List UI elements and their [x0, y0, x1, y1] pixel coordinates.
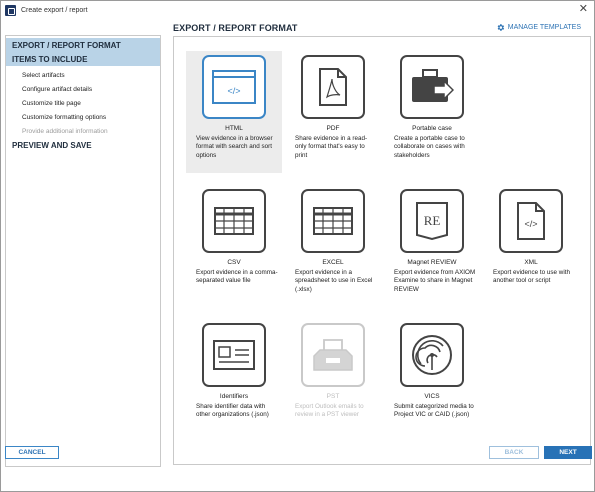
format-tile-excel[interactable]: EXCEL Export evidence in a spreadsheet t… — [285, 185, 381, 307]
sidebar-item-customize-formatting[interactable]: Customize formatting options — [6, 111, 160, 125]
csv-table-icon — [202, 189, 266, 253]
format-name: EXCEL — [322, 259, 344, 266]
gear-icon — [497, 24, 504, 31]
svg-text:RE: RE — [424, 213, 441, 228]
format-tile-portable-case[interactable]: Portable case Create a portable case to … — [384, 51, 480, 173]
back-button: BACK — [489, 446, 539, 459]
wizard-sidebar: EXPORT / REPORT FORMAT ITEMS TO INCLUDE … — [5, 35, 161, 467]
next-button[interactable]: NEXT — [544, 446, 592, 459]
pst-inbox-icon — [301, 323, 365, 387]
format-name: HTML — [225, 125, 243, 132]
format-description: Export evidence to use with another tool… — [493, 269, 571, 285]
magnet-review-icon: RE — [400, 189, 464, 253]
format-tile-magnet-review[interactable]: RE Magnet REVIEW Export evidence from AX… — [384, 185, 480, 307]
format-tile-xml[interactable]: </> XML Export evidence to use with anot… — [483, 185, 579, 307]
main-content: EXPORT / REPORT FORMAT MANAGE TEMPLATES … — [167, 16, 591, 467]
format-description: View evidence in a browser format with s… — [196, 135, 273, 159]
svg-text:</>: </> — [524, 219, 537, 229]
app-logo-icon — [5, 4, 16, 16]
format-grid: </> HTML View evidence in a browser form… — [173, 36, 591, 465]
sidebar-section-items-to-include[interactable]: ITEMS TO INCLUDE — [6, 53, 160, 66]
format-name: CSV — [227, 259, 241, 266]
identifier-card-icon — [202, 323, 266, 387]
format-name: VICS — [424, 393, 440, 400]
sidebar-item-customize-title-page[interactable]: Customize title page — [6, 97, 160, 111]
format-tile-csv[interactable]: CSV Export evidence in a comma-separated… — [186, 185, 282, 307]
xml-document-icon: </> — [499, 189, 563, 253]
format-tile-identifiers[interactable]: Identifiers Share identifier data with o… — [186, 319, 282, 441]
portable-case-icon — [400, 55, 464, 119]
format-name: XML — [524, 259, 538, 266]
page-title: EXPORT / REPORT FORMAT — [173, 23, 298, 33]
format-description: Share identifier data with other organiz… — [196, 403, 269, 419]
format-tile-pdf[interactable]: PDF Share evidence in a read-only format… — [285, 51, 381, 173]
format-name: Portable case — [412, 125, 452, 132]
window-title: Create export / report — [21, 6, 88, 14]
svg-text:</>: </> — [227, 86, 240, 96]
format-name: PDF — [326, 125, 340, 132]
export-dialog-window: Create export / report ✕ EXPORT / REPORT… — [0, 0, 595, 492]
pdf-document-icon — [301, 55, 365, 119]
format-name: PST — [326, 393, 340, 400]
format-description: Create a portable case to collaborate on… — [394, 135, 465, 159]
vics-fingerprint-icon — [400, 323, 464, 387]
close-icon[interactable]: ✕ — [579, 2, 588, 15]
sidebar-section-export-format[interactable]: EXPORT / REPORT FORMAT — [6, 38, 160, 53]
manage-templates-label: MANAGE TEMPLATES — [507, 24, 581, 31]
format-description: Export evidence in a comma-separated val… — [196, 269, 278, 285]
format-name: Magnet REVIEW — [407, 259, 457, 266]
sidebar-item-select-artifacts[interactable]: Select artifacts — [6, 69, 160, 83]
format-tile-vics[interactable]: VICS Submit categorized media to Project… — [384, 319, 480, 441]
html-browser-icon: </> — [202, 55, 266, 119]
format-tile-html[interactable]: </> HTML View evidence in a browser form… — [186, 51, 282, 173]
cancel-button[interactable]: CANCEL — [5, 446, 59, 459]
format-description: Export evidence in a spreadsheet to use … — [295, 269, 373, 293]
format-tile-pst: PST Export Outlook emails to review in a… — [285, 319, 381, 441]
format-description: Submit categorized media to Project VIC … — [394, 403, 474, 419]
format-description: Share evidence in a read-only format tha… — [295, 135, 368, 159]
manage-templates-link[interactable]: MANAGE TEMPLATES — [496, 23, 581, 32]
excel-table-icon — [301, 189, 365, 253]
format-description: Export evidence from AXIOM Examine to sh… — [394, 269, 476, 293]
sidebar-section-preview-save[interactable]: PREVIEW AND SAVE — [6, 139, 160, 152]
sidebar-item-configure-artifact-details[interactable]: Configure artifact details — [6, 83, 160, 97]
sidebar-item-additional-info: Provide additional information — [22, 128, 108, 135]
format-description: Export Outlook emails to review in a PST… — [295, 403, 364, 419]
format-name: Identifiers — [219, 393, 249, 400]
